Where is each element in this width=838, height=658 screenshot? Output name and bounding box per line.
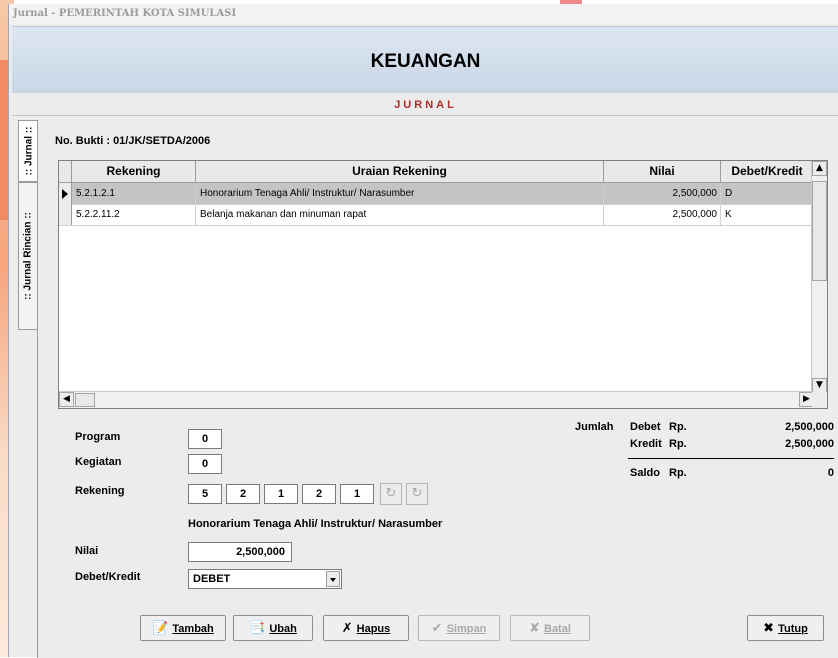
delete-icon: ✗ [341, 620, 353, 635]
rekening-label: Rekening [75, 485, 125, 497]
saldo-currency: Rp. [669, 467, 687, 479]
rekening-part-1[interactable]: 5 [188, 484, 222, 504]
row-indicator [59, 204, 72, 225]
nilai-label: Nilai [75, 545, 99, 557]
scroll-left-icon[interactable]: ◀ [59, 392, 74, 407]
tab-jurnal-rincian[interactable]: :: Jurnal Rincian :: [18, 182, 38, 330]
grid-header: Rekening Uraian Rekening Nilai Debet/Kre… [59, 161, 814, 183]
dropdown-button[interactable] [326, 571, 340, 587]
current-row-arrow-icon [62, 189, 68, 199]
chevron-down-icon [330, 578, 336, 582]
ubah-button[interactable]: 📑 Ubah [233, 615, 313, 641]
rekening-part-3[interactable]: 1 [264, 484, 298, 504]
app-header: KEUANGAN [12, 26, 838, 94]
debet-kredit-select[interactable]: DEBET [188, 569, 342, 589]
debet-kredit-value: DEBET [193, 573, 231, 585]
cell-rekening[interactable]: 5.2.1.2.1 [72, 183, 196, 204]
debet-label: Debet [630, 421, 661, 433]
saldo-label: Saldo [630, 467, 660, 479]
cell-uraian[interactable]: Honorarium Tenaga Ahli/ Instruktur/ Nara… [196, 183, 604, 204]
cell-debet-kredit[interactable]: K [721, 204, 814, 225]
cell-nilai[interactable]: 2,500,000 [604, 204, 721, 225]
tab-jurnal[interactable]: :: Jurnal :: [18, 120, 38, 182]
kredit-currency: Rp. [669, 438, 687, 450]
undo-icon: ✘ [529, 620, 540, 635]
horizontal-scrollbar[interactable]: ◀ ▶ [59, 391, 814, 408]
rekening-part-4[interactable]: 2 [302, 484, 336, 504]
section-header: JURNAL [12, 93, 838, 116]
debet-kredit-label: Debet/Kredit [75, 571, 141, 583]
rekening-part-5[interactable]: 1 [340, 484, 374, 504]
cell-uraian[interactable]: Belanja makanan dan minuman rapat [196, 204, 604, 225]
tambah-button[interactable]: 📝 Tambah [140, 615, 226, 641]
hapus-label: Hapus [356, 623, 391, 635]
vertical-scrollbar[interactable]: ▲ ▼ [811, 161, 827, 393]
simpan-label: Simpan [446, 623, 487, 635]
table-row[interactable]: 5.2.1.2.1 Honorarium Tenaga Ahli/ Instru… [59, 183, 814, 205]
app-title: KEUANGAN [370, 51, 481, 72]
batal-label: Batal [544, 623, 571, 635]
add-document-icon: 📝 [152, 620, 169, 635]
checkmark-icon: ✔ [431, 620, 443, 635]
scroll-down-icon[interactable]: ▼ [812, 378, 827, 393]
close-icon: ✖ [763, 620, 775, 635]
jurnal-panel: No. Bukti : 01/JK/SETDA/2006 Rekening Ur… [37, 120, 838, 658]
tutup-button[interactable]: ✖ Tutup [747, 615, 824, 641]
program-label: Program [75, 431, 121, 443]
col-nilai[interactable]: Nilai [604, 161, 721, 182]
no-bukti: No. Bukti : 01/JK/SETDA/2006 [55, 135, 210, 147]
cell-debet-kredit[interactable]: D [721, 183, 814, 204]
kredit-total: 2,500,000 [785, 438, 834, 450]
col-debet-kredit[interactable]: Debet/Kredit [721, 161, 814, 182]
window-title: Jurnal - PEMERINTAH KOTA SIMULASI [9, 4, 838, 24]
kegiatan-field[interactable]: 0 [188, 454, 222, 474]
batal-button[interactable]: ✘ Batal [510, 615, 590, 641]
rekening-description: Honorarium Tenaga Ahli/ Instruktur/ Nara… [188, 518, 443, 530]
kegiatan-label: Kegiatan [75, 456, 122, 468]
rekening-part-2[interactable]: 2 [226, 484, 260, 504]
table-row[interactable]: 5.2.2.11.2 Belanja makanan dan minuman r… [59, 204, 814, 226]
debet-currency: Rp. [669, 421, 687, 433]
jurnal-window: Jurnal - PEMERINTAH KOTA SIMULASI KEUANG… [8, 4, 838, 658]
no-bukti-value: : 01/JK/SETDA/2006 [106, 135, 211, 147]
horizontal-scroll-thumb[interactable] [75, 393, 95, 407]
nilai-field[interactable]: 2,500,000 [188, 542, 292, 562]
jumlah-label: Jumlah [575, 421, 614, 433]
section-title: JURNAL [394, 99, 457, 111]
grid-header-indicator [59, 161, 72, 182]
program-field[interactable]: 0 [188, 429, 222, 449]
ubah-label: Ubah [269, 623, 297, 635]
refresh-icon[interactable]: ↻ [380, 483, 402, 505]
row-indicator [59, 183, 72, 204]
scroll-up-icon[interactable]: ▲ [812, 161, 827, 176]
cell-nilai[interactable]: 2,500,000 [604, 183, 721, 204]
hapus-button[interactable]: ✗ Hapus [323, 615, 409, 641]
edit-icon: 📑 [249, 620, 266, 635]
col-rekening[interactable]: Rekening [72, 161, 196, 182]
jurnal-grid[interactable]: Rekening Uraian Rekening Nilai Debet/Kre… [58, 160, 828, 409]
tutup-label: Tutup [778, 623, 808, 635]
debet-total: 2,500,000 [785, 421, 834, 433]
tab-jurnal-label: :: Jurnal :: [23, 126, 34, 176]
tambah-label: Tambah [172, 623, 214, 635]
summary-divider [628, 458, 834, 459]
kredit-label: Kredit [630, 438, 662, 450]
no-bukti-label: No. Bukti [55, 135, 104, 147]
col-uraian-rekening[interactable]: Uraian Rekening [196, 161, 604, 182]
refresh-icon[interactable]: ↻ [406, 483, 428, 505]
saldo-total: 0 [827, 467, 834, 479]
simpan-button[interactable]: ✔ Simpan [418, 615, 500, 641]
vertical-scroll-thumb[interactable] [812, 181, 827, 281]
tab-jurnal-rincian-label: :: Jurnal Rincian :: [22, 212, 34, 300]
scrollbar-corner [812, 392, 827, 408]
cell-rekening[interactable]: 5.2.2.11.2 [72, 204, 196, 225]
